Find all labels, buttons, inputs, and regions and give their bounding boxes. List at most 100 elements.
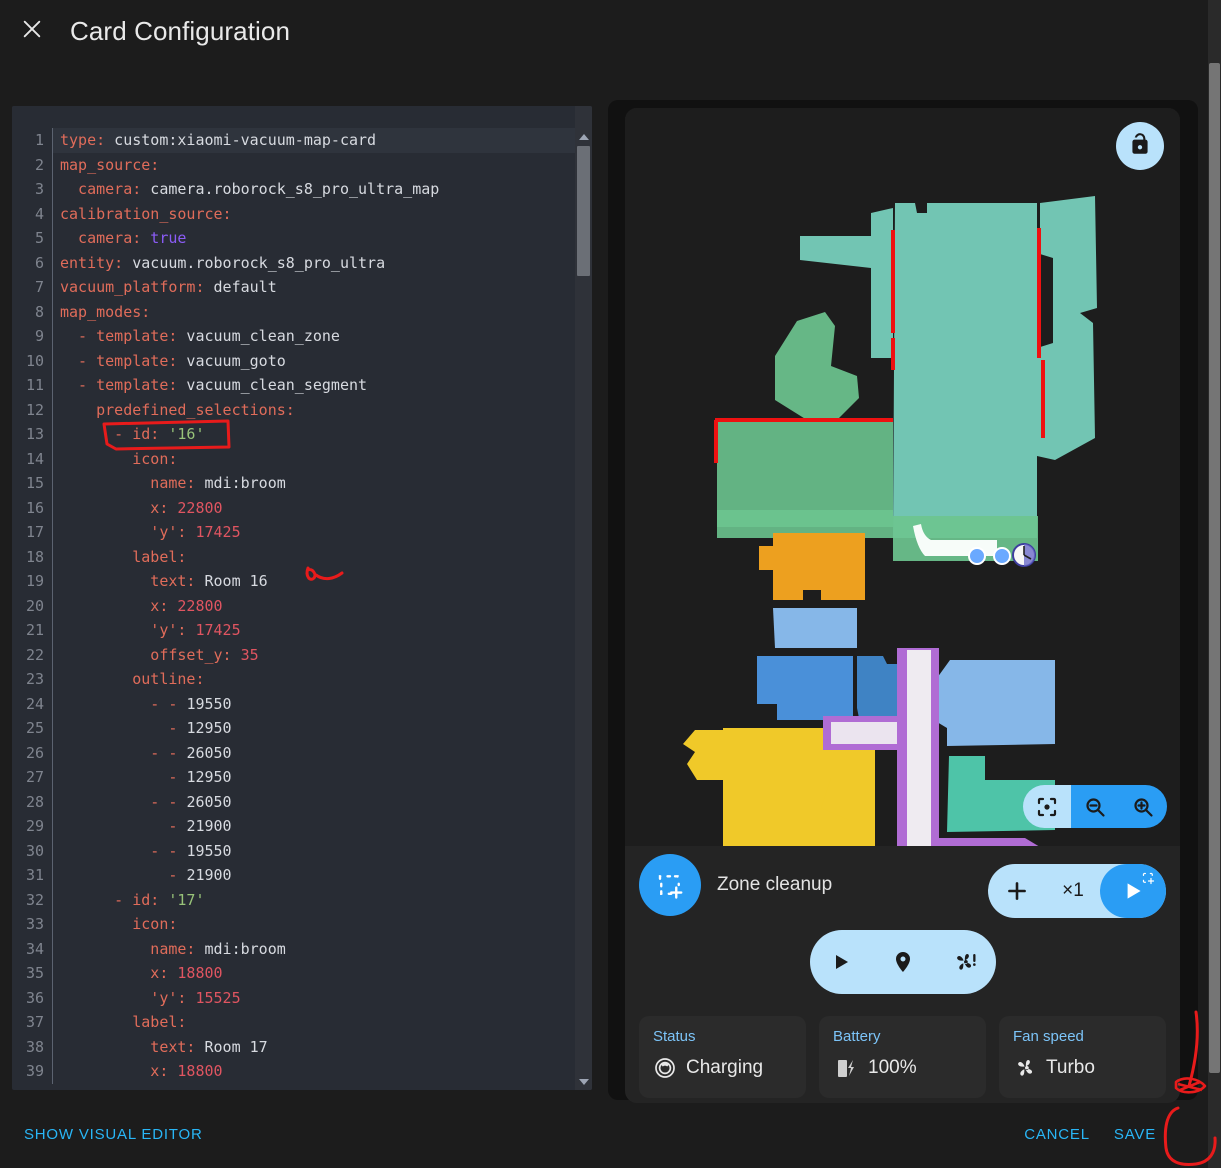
code-token: predefined_selections: [60, 400, 295, 419]
code-line[interactable]: outline: [60, 667, 592, 692]
code-line[interactable]: text: Room 16 [60, 569, 592, 594]
code-token: vacuum_clean_segment [177, 376, 368, 394]
code-line[interactable]: type: custom:xiaomi-vacuum-map-card [53, 128, 592, 153]
line-number: 6 [34, 253, 44, 272]
line-number: 8 [34, 302, 44, 321]
map-mode-label: Zone cleanup [717, 874, 833, 895]
zone-select-icon[interactable] [639, 854, 701, 916]
code-line[interactable]: 'y': 17425 [60, 520, 592, 545]
code-line[interactable]: vacuum_platform: default [60, 275, 592, 300]
lock-toggle-button[interactable] [1116, 122, 1164, 170]
code-line[interactable]: x: 22800 [60, 496, 592, 521]
code-line[interactable]: - 12950 [60, 765, 592, 790]
code-token: - [60, 890, 133, 909]
battery-tile[interactable]: Battery 100% [819, 1016, 986, 1098]
map-zoom-controls[interactable] [1023, 785, 1167, 828]
page-scrollbar[interactable] [1208, 0, 1221, 1168]
code-line[interactable]: camera: true [60, 226, 592, 251]
code-line[interactable]: label: [60, 1010, 592, 1035]
line-number: 12 [25, 400, 44, 419]
code-line[interactable]: - 21900 [60, 814, 592, 839]
code-line[interactable]: map_source: [60, 153, 592, 178]
code-token: template: [96, 327, 178, 345]
code-line[interactable]: x: 18800 [60, 961, 592, 986]
status-tile-value: Charging [686, 1057, 764, 1078]
code-line[interactable]: - 21900 [60, 863, 592, 888]
code-line[interactable]: 'y': 15525 [60, 986, 592, 1011]
code-line[interactable]: - id: '17' [60, 888, 592, 913]
code-line[interactable]: icon: [60, 447, 592, 472]
vacuum-map-image[interactable] [625, 108, 1180, 846]
code-area[interactable]: 1 2 3 4 5 6 7 8 9 10 11 12 13 14 15 16 17 18 19 20 21 22 23 24 2… [12, 128, 592, 1084]
code-line[interactable]: text: Room 17 [60, 1035, 592, 1060]
show-visual-editor-button[interactable]: SHOW VISUAL EDITOR [24, 1126, 203, 1143]
fan-speed-tile[interactable]: Fan speed Turbo [999, 1016, 1166, 1098]
fan-speed-tile-value: Turbo [1046, 1057, 1095, 1078]
code-line[interactable]: - template: vacuum_clean_zone [60, 324, 592, 349]
locate-button[interactable] [876, 930, 930, 994]
code-line[interactable]: camera: camera.roborock_s8_pro_ultra_map [60, 177, 592, 202]
code-token: - - [60, 743, 187, 762]
code-line[interactable]: x: 18800 [60, 1059, 592, 1084]
center-focus-icon[interactable] [1023, 785, 1071, 828]
code-line[interactable]: entity: vacuum.roborock_s8_pro_ultra [60, 251, 592, 276]
code-line[interactable]: - id: '16' [60, 422, 592, 447]
plus-icon[interactable] [988, 864, 1046, 918]
line-number: 22 [25, 645, 44, 664]
code-token: - - [60, 792, 187, 811]
code-token: 17425 [186, 523, 241, 541]
code-line[interactable]: x: 22800 [60, 594, 592, 619]
close-icon [21, 18, 43, 45]
code-line[interactable]: - - 19550 [60, 839, 592, 864]
code-line[interactable]: calibration_source: [60, 202, 592, 227]
code-line[interactable]: label: [60, 545, 592, 570]
code-line[interactable]: - - 19550 [60, 692, 592, 717]
code-line[interactable]: 'y': 17425 [60, 618, 592, 643]
code-token: - [60, 768, 187, 786]
dialog-header: Card Configuration [0, 0, 1208, 62]
start-button[interactable] [814, 930, 868, 994]
code-lines[interactable]: type: custom:xiaomi-vacuum-map-card map_s… [53, 128, 592, 1084]
scroll-up-arrow-icon[interactable] [575, 128, 592, 145]
code-line[interactable]: - - 26050 [60, 741, 592, 766]
editor-scrollbar-thumb[interactable] [577, 146, 590, 276]
code-line[interactable]: - template: vacuum_clean_segment [60, 373, 592, 398]
cancel-button[interactable]: CANCEL [1024, 1126, 1090, 1143]
code-line[interactable]: - - 26050 [60, 790, 592, 815]
code-line[interactable]: icon: [60, 912, 592, 937]
code-line[interactable]: offset_y: 35 [60, 643, 592, 668]
close-button[interactable] [14, 13, 50, 49]
line-number: 15 [25, 474, 44, 492]
code-token: x: [60, 498, 169, 517]
save-button[interactable]: SAVE [1114, 1126, 1156, 1143]
status-tile[interactable]: Status Charging [639, 1016, 806, 1098]
vacuum-actions-pill[interactable] [809, 930, 996, 994]
code-line[interactable]: map_modes: [60, 300, 592, 325]
yaml-editor[interactable]: 1 2 3 4 5 6 7 8 9 10 11 12 13 14 15 16 17 18 19 20 21 22 23 24 2… [12, 106, 592, 1090]
code-line[interactable]: name: mdi:broom [60, 937, 592, 962]
code-token: Room 16 [195, 572, 268, 590]
status-tile-value-row: Charging [653, 1056, 792, 1080]
code-line[interactable]: - 12950 [60, 716, 592, 741]
fan-speed-tile-title: Fan speed [1013, 1028, 1084, 1045]
code-token: 'y': [60, 523, 187, 541]
code-token: - - [60, 841, 187, 860]
code-line[interactable]: name: mdi:broom [60, 471, 592, 496]
vacuum-map[interactable] [625, 108, 1180, 846]
code-token: 15525 [186, 988, 241, 1007]
code-line[interactable]: - template: vacuum_goto [60, 349, 592, 374]
code-token: 22800 [168, 596, 223, 615]
scroll-down-arrow-icon[interactable] [575, 1073, 592, 1090]
code-token: offset_y: [60, 645, 232, 664]
code-token: default [204, 278, 277, 296]
code-line[interactable]: predefined_selections: [60, 398, 592, 423]
editor-scrollbar[interactable] [575, 106, 592, 1090]
repeat-control-group[interactable]: ×1 [988, 864, 1166, 918]
page-scrollbar-thumb[interactable] [1209, 63, 1220, 1073]
fan-speed-button[interactable] [938, 930, 992, 994]
zoom-in-icon[interactable] [1119, 785, 1167, 828]
zoom-out-icon[interactable] [1071, 785, 1119, 828]
code-token: 35 [231, 645, 259, 664]
run-zone-button[interactable] [1100, 864, 1166, 918]
code-token: template: [96, 351, 178, 370]
